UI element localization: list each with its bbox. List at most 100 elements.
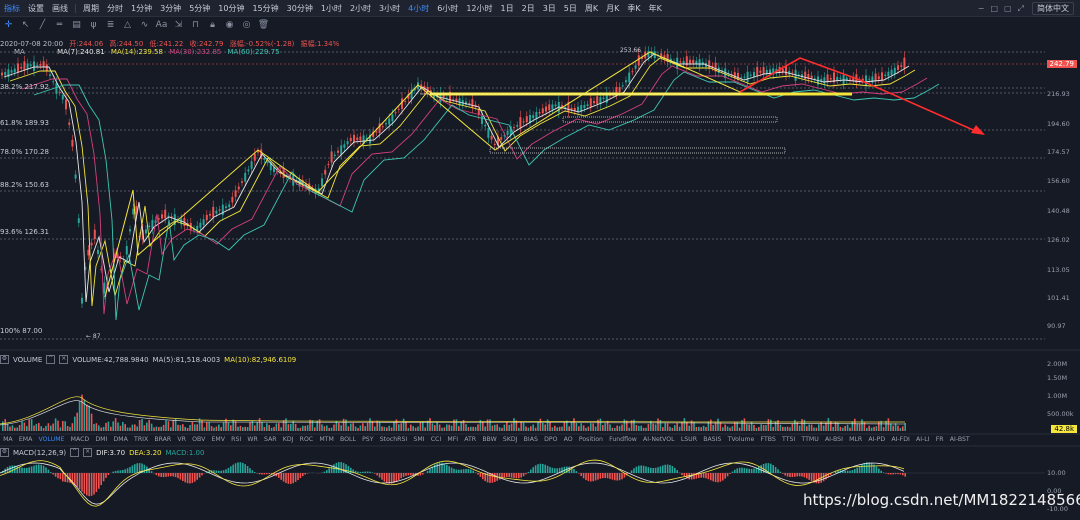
macd-bar [98, 473, 100, 489]
candle-body [215, 210, 218, 214]
volume-bar [208, 422, 210, 431]
close-icon[interactable]: × [59, 355, 69, 364]
indicator-tab[interactable]: TRIX [131, 436, 151, 446]
indicator-tab[interactable]: BRAR [151, 436, 174, 446]
indicator-tab[interactable]: SMI [410, 436, 427, 446]
volume-bar [758, 427, 760, 431]
indicator-tab[interactable]: LSUR [678, 436, 700, 446]
macd-bar [810, 473, 813, 482]
candle-body [132, 208, 135, 215]
indicator-tab[interactable]: OBV [189, 436, 208, 446]
collapse-icon[interactable]: ^ [70, 448, 80, 457]
volume-bar [141, 418, 143, 431]
candle-body [679, 61, 682, 63]
indicator-tab[interactable]: TVolume [724, 436, 757, 446]
volume-bar [215, 426, 218, 431]
volume-bar [86, 404, 88, 431]
macd-axis-label: 10.00 [1047, 469, 1066, 477]
indicator-tab[interactable]: MACD [68, 436, 93, 446]
close-icon[interactable]: × [83, 448, 93, 457]
collapse-icon[interactable]: ^ [46, 355, 56, 364]
macd-bar [887, 473, 890, 475]
indicator-tab[interactable]: TTSI [779, 436, 798, 446]
volume-bar [568, 426, 570, 431]
volume-bar [450, 425, 453, 431]
indicator-tab[interactable]: WR [244, 436, 261, 446]
candle-body [804, 71, 807, 80]
volume-bar [875, 426, 878, 431]
indicator-tab[interactable]: ATR [461, 436, 479, 446]
indicator-tab[interactable]: RSI [228, 436, 244, 446]
indicator-tab[interactable]: MFI [444, 436, 461, 446]
indicator-tab[interactable]: MA [0, 436, 16, 446]
indicator-tab[interactable]: Fundflow [606, 436, 640, 446]
macd-bar [599, 473, 602, 479]
indicator-tab[interactable]: FR [933, 436, 947, 446]
volume-bar [220, 427, 222, 431]
candle-body [52, 81, 55, 83]
macd-bar [438, 462, 441, 473]
indicator-tab[interactable]: KDJ [280, 436, 297, 446]
macd-bar [23, 468, 26, 473]
indicator-tab[interactable]: BOLL [337, 436, 359, 446]
macd-bar [129, 466, 131, 473]
macd-bar [604, 473, 606, 478]
candle-body [225, 206, 227, 209]
indicator-tab[interactable]: DMA [110, 436, 131, 446]
indicator-tab[interactable]: EMA [16, 436, 36, 446]
indicator-tab[interactable]: AO [561, 436, 576, 446]
indicator-tab[interactable]: TTMU [798, 436, 822, 446]
macd-bar [770, 463, 772, 473]
macd-bar [676, 470, 678, 473]
indicator-tab[interactable]: CCI [428, 436, 445, 446]
indicator-tab[interactable]: SAR [261, 436, 280, 446]
candle-body [548, 104, 551, 111]
macd-bar [410, 473, 412, 476]
indicator-tab[interactable]: MTM [316, 436, 337, 446]
indicator-tab[interactable]: FTBS [757, 436, 778, 446]
indicator-tab[interactable]: BIAS [521, 436, 541, 446]
indicator-tab[interactable]: Position [576, 436, 606, 446]
indicator-tab[interactable]: SKDJ [500, 436, 521, 446]
indicator-tab[interactable]: StochRSI [377, 436, 411, 446]
macd-bar [618, 473, 621, 481]
indicator-tab[interactable]: AI-BSI [822, 436, 846, 446]
indicator-tab[interactable]: ROC [297, 436, 317, 446]
macd-bar [808, 473, 810, 480]
macd-bar [554, 468, 556, 473]
volume-bar [743, 418, 746, 431]
indicator-tab[interactable]: EMV [208, 436, 228, 446]
volume-bar [640, 425, 642, 431]
volume-bar [268, 425, 270, 431]
indicator-tab[interactable]: BBW [479, 436, 500, 446]
macd-bar [782, 473, 784, 474]
indicator-tab[interactable]: AI-FDI [888, 436, 913, 446]
settings-icon[interactable]: ⚙ [0, 355, 9, 364]
volume-bar [839, 426, 842, 431]
indicator-tab[interactable]: PSY [359, 436, 377, 446]
volume-bar [14, 427, 16, 431]
indicator-tab[interactable]: VOLUME [35, 436, 67, 446]
indicator-tab[interactable]: AI-LI [913, 436, 933, 446]
candle-body [631, 71, 634, 73]
candle-body [487, 128, 490, 138]
macd-bar [100, 473, 102, 486]
indicator-tab[interactable]: AI-PD [865, 436, 888, 446]
macd-bar [50, 472, 52, 473]
indicator-tab[interactable]: DPO [541, 436, 561, 446]
indicator-tab[interactable]: VR [174, 436, 189, 446]
macd-bar [426, 471, 429, 473]
settings-icon[interactable]: ⚙ [0, 448, 9, 457]
volume-bar [129, 427, 131, 431]
indicator-tab[interactable]: AI-NetVOL [640, 436, 678, 446]
volume-bar [798, 425, 801, 431]
volume-bar [810, 424, 813, 431]
indicator-tab[interactable]: AI-BST [947, 436, 973, 446]
candle-body [228, 204, 231, 208]
macd-bar [446, 464, 448, 473]
indicator-tab[interactable]: DMI [92, 436, 110, 446]
volume-bar [774, 421, 777, 431]
indicator-tab[interactable]: BASIS [700, 436, 724, 446]
indicator-tab[interactable]: MLR [846, 436, 865, 446]
candle-body [151, 220, 154, 229]
